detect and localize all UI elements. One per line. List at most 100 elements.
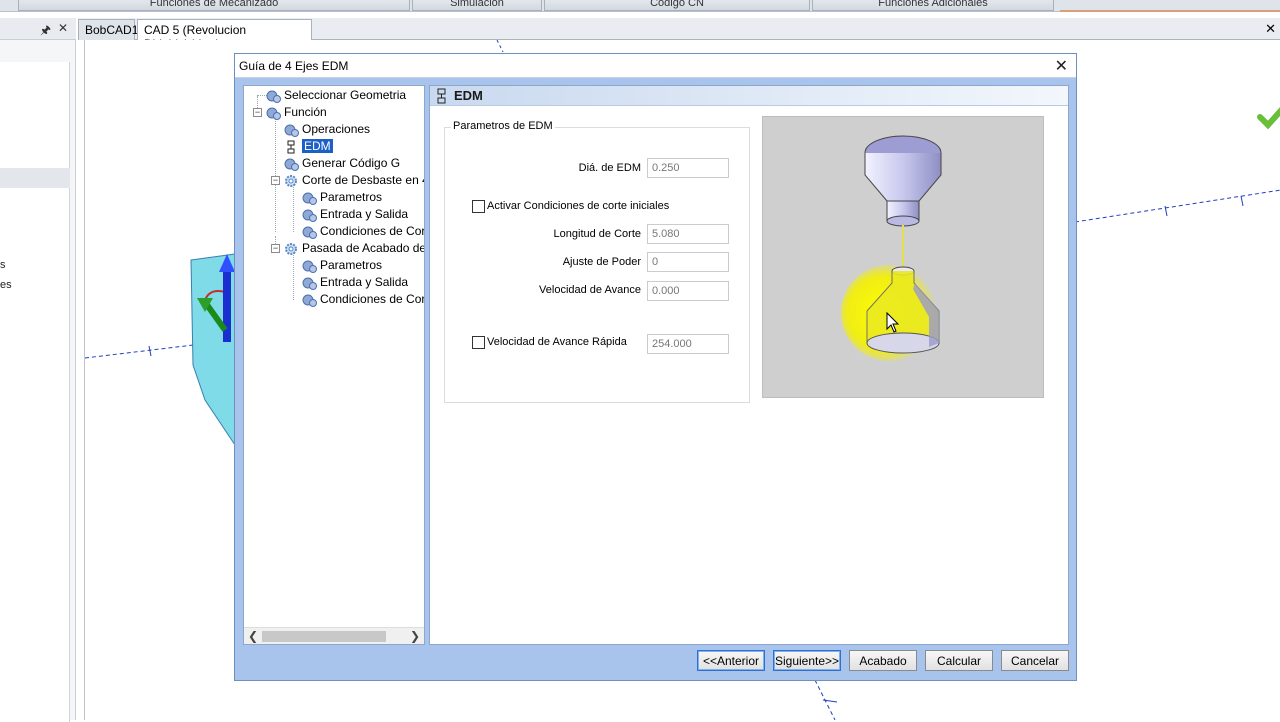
wizard-tree: Seleccionar Geometria − Función Operacio… bbox=[243, 85, 425, 645]
green-check-icon[interactable] bbox=[1257, 102, 1280, 130]
ribbon-bar: Funciones de Mecanizado Simulación Códig… bbox=[0, 0, 1280, 12]
tree-item-roughing[interactable]: Corte de Desbaste en 4tc bbox=[284, 172, 425, 189]
scrollbar-thumb[interactable] bbox=[262, 631, 386, 642]
tree-item-finishing-entry-exit[interactable]: Entrada y Salida bbox=[302, 274, 408, 291]
next-button[interactable]: Siguiente>> bbox=[773, 650, 841, 671]
chevron-left-icon[interactable]: ❮ bbox=[248, 629, 258, 643]
ribbon-tab-label: Simulación bbox=[450, 0, 504, 9]
dialog-titlebar[interactable]: Guía de 4 Ejes EDM ✕ bbox=[235, 54, 1076, 78]
tree-connector bbox=[293, 252, 294, 300]
gear-icon bbox=[302, 192, 317, 205]
tree-item-label: Función bbox=[284, 105, 327, 119]
tree-item-label: Seleccionar Geometria bbox=[284, 88, 407, 102]
rapid-feed-input[interactable] bbox=[647, 334, 729, 354]
tree-item-roughing-entry-exit[interactable]: Entrada y Salida bbox=[302, 206, 408, 223]
edm-diameter-input[interactable] bbox=[647, 158, 729, 178]
tab-label: BobCAD1 bbox=[85, 23, 139, 37]
power-adjust-label: Ajuste de Poder bbox=[562, 256, 641, 268]
tree-item-label: EDM bbox=[302, 139, 333, 153]
left-panel-content bbox=[0, 62, 70, 722]
back-button[interactable]: <<Anterior bbox=[697, 650, 765, 671]
close-icon[interactable]: ✕ bbox=[58, 21, 68, 35]
dialog-title: Guía de 4 Ejes EDM bbox=[239, 59, 349, 73]
tree-item-label: Corte de Desbaste en 4tc bbox=[302, 173, 425, 187]
tree-expander[interactable]: − bbox=[271, 176, 280, 185]
tree-expander[interactable]: − bbox=[253, 108, 262, 117]
cancel-button[interactable]: Cancelar bbox=[1001, 650, 1069, 671]
finish-button[interactable]: Acabado bbox=[849, 650, 917, 671]
initial-conditions-checkbox[interactable] bbox=[472, 200, 485, 213]
left-dock-panel: 🖈 ✕ s es bbox=[0, 18, 76, 722]
edm-parameters-group: Parametros de EDM Diá. de EDM Activar Co… bbox=[444, 120, 750, 403]
gear-icon bbox=[302, 294, 317, 307]
tab-bobcad1[interactable]: BobCAD1 bbox=[78, 19, 139, 40]
tree-connector bbox=[275, 116, 276, 232]
ribbon-accent-line bbox=[1060, 10, 1280, 12]
tree-item-label: Parametros bbox=[320, 258, 383, 272]
section-title: EDM bbox=[454, 88, 483, 103]
pin-icon[interactable]: 🖈 bbox=[40, 21, 51, 42]
tree-item-label: Condiciones de Corte bbox=[320, 292, 425, 306]
close-icon[interactable]: ✕ bbox=[1055, 56, 1068, 76]
feed-rate-input[interactable] bbox=[647, 281, 729, 301]
construction-tick bbox=[1240, 195, 1244, 207]
gear-icon bbox=[266, 107, 281, 120]
ribbon-tab-simulation[interactable]: Simulación bbox=[412, 0, 542, 11]
gear-icon bbox=[302, 260, 317, 273]
tree-item-label: Generar Código G bbox=[302, 156, 401, 170]
gear-icon bbox=[302, 209, 317, 222]
cut-length-input[interactable] bbox=[647, 224, 729, 244]
close-document-icon[interactable]: ✕ bbox=[1265, 21, 1276, 37]
tree-item-select-geometry[interactable]: Seleccionar Geometria bbox=[266, 87, 406, 104]
gear-icon bbox=[302, 277, 317, 290]
feed-rate-label: Velocidad de Avance bbox=[539, 284, 641, 296]
construction-line bbox=[1074, 189, 1280, 223]
power-adjust-input[interactable] bbox=[647, 252, 729, 272]
tree-item-label: Entrada y Salida bbox=[320, 275, 409, 289]
ribbon-tab-machining[interactable]: Funciones de Mecanizado bbox=[18, 0, 410, 11]
left-panel-text: s bbox=[0, 259, 6, 271]
tree-expander[interactable]: − bbox=[271, 244, 280, 253]
rapid-feed-label[interactable]: Velocidad de Avance Rápida bbox=[487, 336, 627, 348]
construction-tick bbox=[148, 345, 152, 357]
calculate-button[interactable]: Calcular bbox=[925, 650, 993, 671]
tree-item-edm[interactable]: EDM bbox=[284, 138, 333, 155]
chevron-right-icon[interactable]: ❯ bbox=[410, 629, 420, 643]
edm-settings-panel: EDM Parametros de EDM Diá. de EDM Activa… bbox=[429, 85, 1069, 645]
tree-connector bbox=[293, 184, 294, 232]
tree-item-roughing-cut-conditions[interactable]: Condiciones de Corte bbox=[302, 223, 425, 240]
group-title: Parametros de EDM bbox=[451, 120, 555, 132]
left-panel-header: 🖈 ✕ bbox=[0, 18, 76, 40]
z-axis-arrow[interactable] bbox=[223, 270, 231, 342]
tree-item-label: Operaciones bbox=[302, 122, 371, 136]
tree-item-generate-gcode[interactable]: Generar Código G bbox=[284, 155, 400, 172]
gear-icon bbox=[284, 158, 299, 171]
gear-icon bbox=[302, 226, 317, 239]
document-tab-strip: BobCAD1 CAD 5 (Revolucion Dirigida).bbcd… bbox=[78, 18, 1280, 51]
initial-conditions-label[interactable]: Activar Condiciones de corte iniciales bbox=[487, 200, 669, 212]
ribbon-tab-additional[interactable]: Funciones Adicionales bbox=[812, 0, 1054, 11]
ribbon-tab-nc-code[interactable]: Código CN bbox=[544, 0, 810, 11]
left-panel-selected-row[interactable] bbox=[0, 168, 70, 188]
edm-tool-icon bbox=[287, 140, 295, 154]
tab-cad5[interactable]: CAD 5 (Revolucion Dirigida).bbcd bbox=[137, 19, 312, 51]
settings-gear-icon bbox=[285, 242, 297, 255]
edm-diameter-label: Diá. de EDM bbox=[578, 162, 641, 174]
edm-preview-image bbox=[762, 116, 1044, 398]
rapid-feed-checkbox[interactable] bbox=[472, 336, 485, 349]
left-panel-text: es bbox=[0, 279, 12, 291]
tree-horizontal-scrollbar[interactable]: ❮ ❯ bbox=[244, 627, 424, 644]
edm-wizard-dialog: Guía de 4 Ejes EDM ✕ Seleccionar Geometr… bbox=[234, 53, 1077, 681]
edm-illustration bbox=[841, 135, 942, 361]
tree-item-roughing-parameters[interactable]: Parametros bbox=[302, 189, 382, 206]
tree-item-finishing[interactable]: Pasada de Acabado de 4 bbox=[284, 240, 425, 257]
tree-item-label: Entrada y Salida bbox=[320, 207, 409, 221]
tree-item-function[interactable]: Función bbox=[266, 104, 327, 121]
tree-item-label: Pasada de Acabado de 4 bbox=[302, 241, 425, 255]
cut-length-label: Longitud de Corte bbox=[553, 228, 641, 240]
tree-item-finishing-cut-conditions[interactable]: Condiciones de Corte bbox=[302, 291, 425, 308]
tree-item-label: Condiciones de Corte bbox=[320, 224, 425, 238]
tree-item-finishing-parameters[interactable]: Parametros bbox=[302, 257, 382, 274]
ribbon-tab-label: Funciones Adicionales bbox=[878, 0, 988, 9]
tree-item-operations[interactable]: Operaciones bbox=[284, 121, 370, 138]
